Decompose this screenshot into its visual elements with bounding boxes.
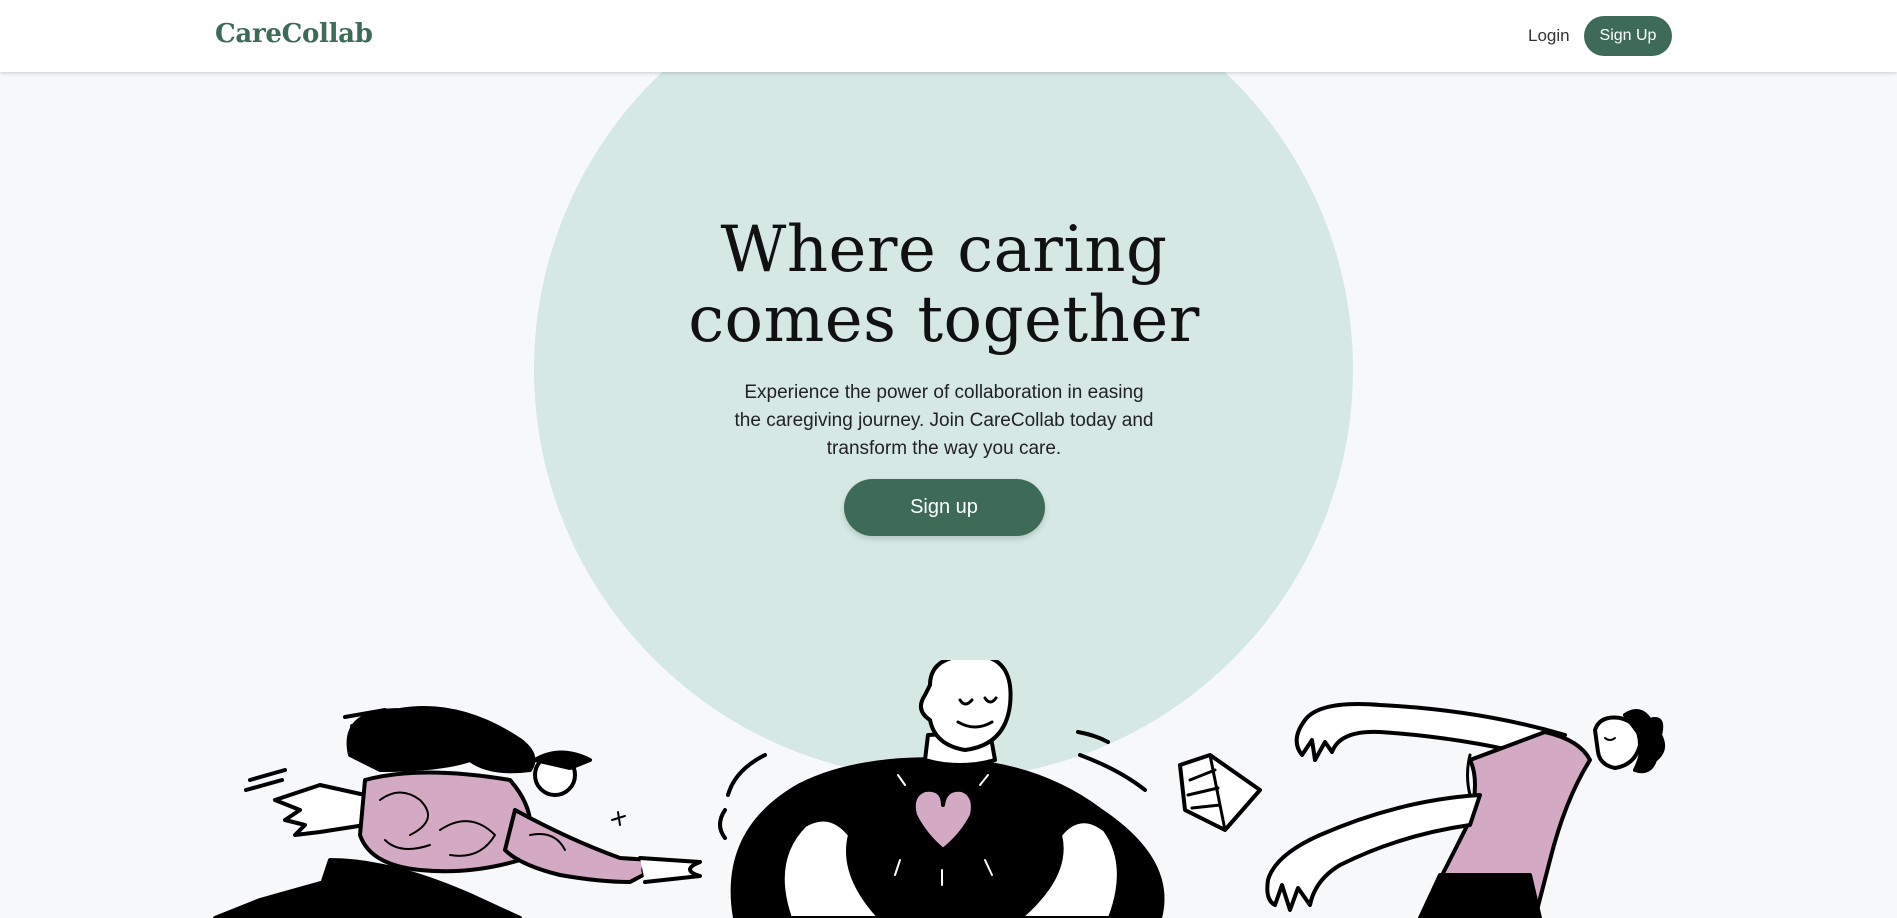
hero-title-line-2: comes together [688, 283, 1200, 357]
login-link[interactable]: Login [1528, 26, 1570, 46]
navbar: CareCollab Login Sign Up [0, 0, 1897, 72]
nav-signup-button[interactable]: Sign Up [1584, 16, 1672, 56]
leaning-person-illustration [1265, 702, 1666, 918]
brand-logo[interactable]: CareCollab [215, 19, 373, 49]
person-with-heart-illustration [718, 660, 1165, 918]
triangle-object-illustration [1178, 753, 1262, 832]
hero-signup-button[interactable]: Sign up [843, 479, 1045, 536]
hero-illustration [213, 660, 1666, 918]
running-person-illustration [213, 706, 702, 918]
hero-subtitle: Experience the power of collaboration in… [734, 382, 1154, 459]
hero-title: Where caring comes together [600, 215, 1288, 355]
hero-title-line-1: Where caring [720, 213, 1168, 287]
hero-section: Where caring comes together Experience t… [600, 215, 1288, 536]
